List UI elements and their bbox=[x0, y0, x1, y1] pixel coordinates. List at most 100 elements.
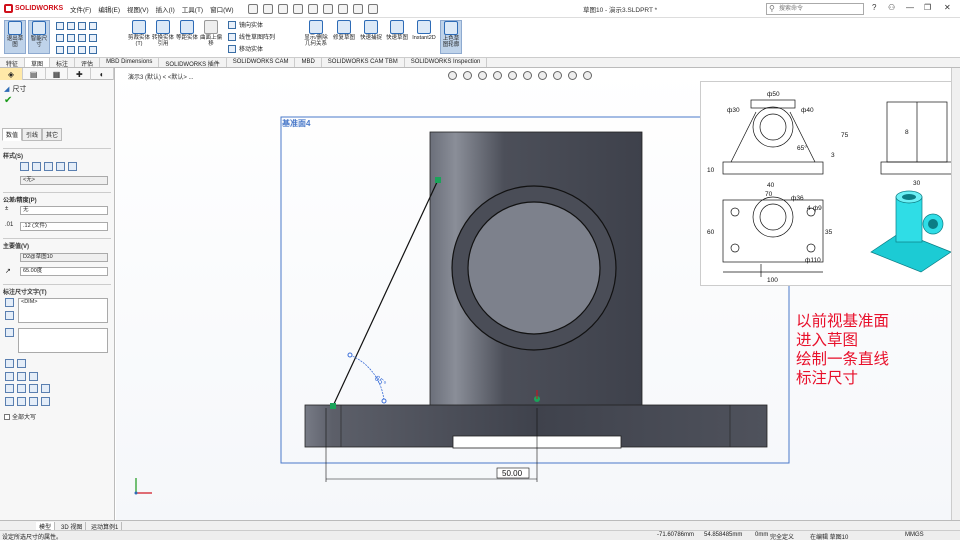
tolerance-type-select[interactable]: 无 bbox=[20, 206, 108, 215]
offset-button[interactable]: 等距实体 bbox=[176, 20, 198, 54]
menu-edit[interactable]: 编辑(E) bbox=[98, 4, 120, 14]
justify-right-icon[interactable] bbox=[29, 372, 38, 381]
subtab-value[interactable]: 数值 bbox=[2, 128, 23, 141]
display-manager-tab-icon[interactable]: ◐ bbox=[91, 68, 114, 80]
style-section[interactable]: 样式(S) bbox=[3, 151, 23, 160]
close-icon[interactable]: ✕ bbox=[944, 3, 951, 12]
style-select[interactable]: <无> bbox=[20, 176, 108, 185]
tab-markup[interactable]: 标注 bbox=[50, 58, 76, 68]
task-pane-strip[interactable] bbox=[951, 68, 960, 520]
style-update-icon[interactable] bbox=[32, 162, 41, 171]
rectangle-icon[interactable] bbox=[67, 22, 75, 30]
rapid-sketch-button[interactable]: 快速草图 bbox=[386, 20, 408, 54]
circle-icon[interactable] bbox=[78, 22, 86, 30]
justify-center-icon[interactable] bbox=[17, 372, 26, 381]
precision-select[interactable]: .12 (文件) bbox=[20, 222, 108, 231]
ok-check-icon[interactable]: ✔ bbox=[4, 95, 12, 106]
shaded-sketch-button[interactable]: 上色草图轮廓 bbox=[440, 20, 462, 54]
section-view-icon[interactable] bbox=[493, 71, 502, 80]
slot-icon[interactable] bbox=[56, 46, 64, 54]
mirror-button[interactable]: 镜向实体 bbox=[228, 20, 263, 29]
leader-style-icon[interactable] bbox=[5, 359, 14, 368]
checkbox-box[interactable] bbox=[4, 413, 10, 420]
spline-icon[interactable] bbox=[89, 22, 97, 30]
dim-text-below-input[interactable] bbox=[18, 328, 108, 353]
plane-icon[interactable] bbox=[89, 46, 97, 54]
print-icon[interactable] bbox=[307, 3, 318, 14]
text-icon[interactable] bbox=[89, 34, 97, 42]
subtab-leaders[interactable]: 引线 bbox=[22, 128, 43, 141]
style-apply-icon[interactable] bbox=[20, 162, 29, 171]
ellipse-icon[interactable] bbox=[78, 34, 86, 42]
view-settings-icon[interactable] bbox=[583, 71, 592, 80]
select-icon[interactable] bbox=[337, 3, 348, 14]
surface-offset-button[interactable]: 曲面上偏移 bbox=[200, 20, 222, 54]
justify-left-icon[interactable] bbox=[5, 372, 14, 381]
style-load-icon[interactable] bbox=[68, 162, 77, 171]
minimize-icon[interactable]: — bbox=[906, 3, 914, 12]
dim-text-top-icon[interactable] bbox=[5, 298, 14, 307]
tab-sketch[interactable]: 草图 bbox=[25, 58, 51, 68]
display-relations-button[interactable]: 显示/删除几何关系 bbox=[302, 20, 330, 54]
linear-pattern-button[interactable]: 线性草图阵列 bbox=[228, 32, 275, 41]
restore-icon[interactable]: ❐ bbox=[924, 3, 931, 12]
polygon-icon[interactable] bbox=[67, 34, 75, 42]
graphics-area[interactable]: 基准面4 65° 50.00 演示3 (默认) < <默认> ... ф50 ф… bbox=[116, 68, 960, 520]
all-uppercase-checkbox[interactable]: 全部大写 bbox=[4, 412, 36, 421]
primary-value-section[interactable]: 主要值(V) bbox=[3, 241, 29, 250]
view-orientation-icon[interactable] bbox=[508, 71, 517, 80]
dim-xpert-tab-icon[interactable]: ✚ bbox=[68, 68, 92, 80]
tab-features[interactable]: 特征 bbox=[0, 58, 26, 68]
convert-entities-button[interactable]: 转换实体引用 bbox=[152, 20, 174, 54]
point-icon[interactable] bbox=[67, 46, 75, 54]
arc-icon[interactable] bbox=[56, 34, 64, 42]
open-icon[interactable] bbox=[277, 3, 288, 14]
dim-text-section[interactable]: 标注尺寸文字(T) bbox=[3, 287, 47, 296]
tab-cam-tbm[interactable]: SOLIDWORKS CAM TBM bbox=[322, 58, 405, 67]
user-icon[interactable]: ⚇ bbox=[888, 3, 895, 12]
zoom-area-icon[interactable] bbox=[463, 71, 472, 80]
dim-text-bottom-icon[interactable] bbox=[5, 328, 14, 337]
appearance-icon[interactable] bbox=[553, 71, 562, 80]
dimension-name-field[interactable]: D2@草图10 bbox=[20, 253, 108, 262]
trim-button[interactable]: 剪裁实体(T) bbox=[128, 20, 150, 54]
search-input[interactable]: 搜索命令 bbox=[766, 3, 864, 15]
line-icon[interactable] bbox=[56, 22, 64, 30]
repair-sketch-button[interactable]: 修复草图 bbox=[333, 20, 355, 54]
smart-dimension-button[interactable]: 智能尺寸 bbox=[28, 20, 50, 54]
save-icon[interactable] bbox=[292, 3, 303, 14]
new-icon[interactable] bbox=[262, 3, 273, 14]
dimension-value-field[interactable]: 65.00度 bbox=[20, 267, 108, 276]
diameter-icon[interactable] bbox=[5, 384, 14, 393]
rebuild-icon[interactable] bbox=[352, 3, 363, 14]
undo-icon[interactable] bbox=[322, 3, 333, 14]
display-style-icon[interactable] bbox=[523, 71, 532, 80]
symbol-library-icon[interactable] bbox=[41, 397, 50, 406]
hide-show-icon[interactable] bbox=[538, 71, 547, 80]
config-manager-tab-icon[interactable]: ▦ bbox=[46, 68, 69, 80]
center-icon[interactable] bbox=[17, 397, 26, 406]
fillet-icon[interactable] bbox=[78, 46, 86, 54]
tolerance-frame-icon[interactable] bbox=[29, 397, 38, 406]
square-icon[interactable] bbox=[5, 397, 14, 406]
exit-sketch-button[interactable]: 退出草图 bbox=[4, 20, 26, 54]
feature-manager-tab-icon[interactable]: ◈ bbox=[0, 68, 23, 80]
zoom-fit-icon[interactable] bbox=[448, 71, 457, 80]
tolerance-section[interactable]: 公差/精度(P) bbox=[3, 195, 37, 204]
tab-inspection[interactable]: SOLIDWORKS Inspection bbox=[405, 58, 488, 67]
menu-insert[interactable]: 插入(I) bbox=[156, 4, 175, 14]
leader-style-2-icon[interactable] bbox=[17, 359, 26, 368]
options-icon[interactable] bbox=[367, 3, 378, 14]
menu-window[interactable]: 窗口(W) bbox=[210, 4, 233, 14]
tab-evaluate[interactable]: 评估 bbox=[75, 58, 101, 68]
dim-text-input[interactable]: <DIM> bbox=[18, 298, 108, 323]
home-icon[interactable] bbox=[247, 3, 258, 14]
help-icon[interactable]: ? bbox=[872, 3, 876, 12]
tab-mbd[interactable]: MBD bbox=[295, 58, 322, 67]
tab-addins[interactable]: SOLIDWORKS 插件 bbox=[159, 58, 227, 68]
more-symbols-icon[interactable] bbox=[41, 384, 50, 393]
menu-tools[interactable]: 工具(T) bbox=[182, 4, 203, 14]
tab-cam[interactable]: SOLIDWORKS CAM bbox=[227, 58, 296, 67]
property-manager-tab-icon[interactable]: ▤ bbox=[23, 68, 46, 80]
menu-file[interactable]: 文件(F) bbox=[70, 4, 91, 14]
